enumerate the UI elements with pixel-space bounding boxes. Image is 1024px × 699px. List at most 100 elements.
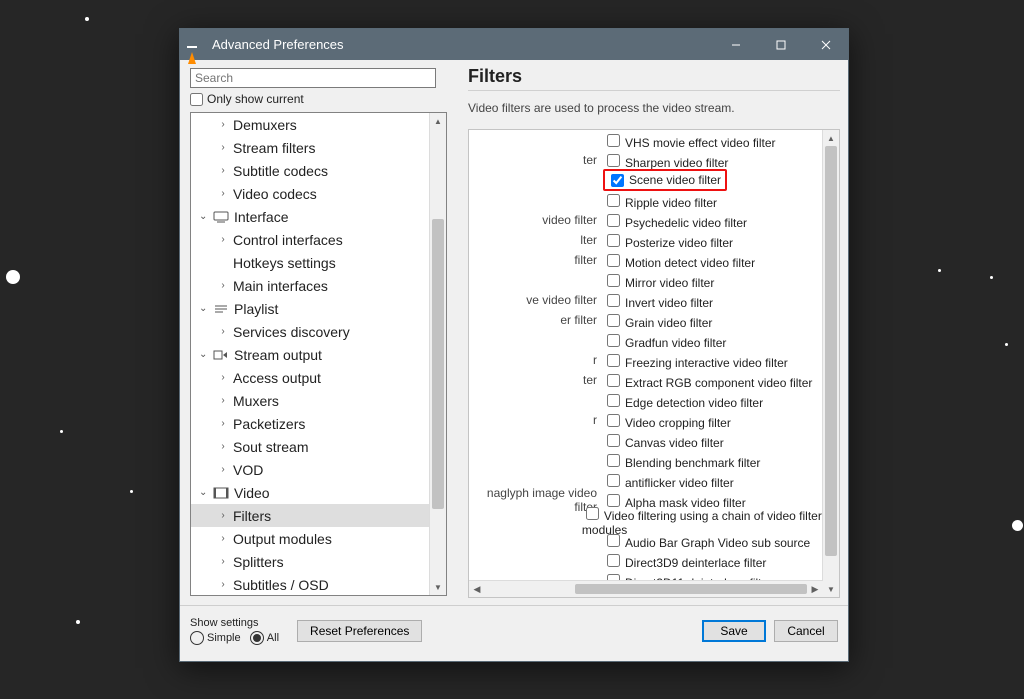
filter-checkbox[interactable] [607,534,620,547]
chevron-icon: › [219,326,227,337]
highlighted-filter[interactable]: Scene video filter [603,169,727,191]
tree-item[interactable]: ›Splitters [191,550,430,573]
tree-item[interactable]: ›Packetizers [191,412,430,435]
filter-label: Scene video filter [629,173,721,187]
tree-item[interactable]: ›Muxers [191,389,430,412]
radio-all[interactable] [250,631,264,645]
scroll-up-icon[interactable]: ▲ [434,113,442,129]
tree-item[interactable]: ›Services discovery [191,320,430,343]
filter-checkbox[interactable] [607,334,620,347]
panel-vscroll-thumb[interactable] [825,146,837,556]
tree-item[interactable]: ⌄Playlist [191,297,430,320]
filter-option[interactable]: Motion detect video filter [603,251,755,270]
tree-item[interactable]: ›VOD [191,458,430,481]
panel-vscrollbar[interactable]: ▲ ▼ [822,130,839,597]
filter-option[interactable]: Gradfun video filter [603,331,726,350]
tree-scroll-thumb[interactable] [432,219,444,509]
tree-item[interactable]: ›Output modules [191,527,430,550]
maximize-button[interactable] [758,29,803,60]
tree-scrollbar[interactable]: ▲ ▼ [429,113,446,595]
filter-option[interactable]: Canvas video filter [603,431,724,450]
panel-hscroll-thumb[interactable] [575,584,807,594]
filter-checkbox[interactable] [607,454,620,467]
filter-checkbox[interactable] [607,394,620,407]
save-button[interactable]: Save [702,620,766,642]
reset-preferences-button[interactable]: Reset Preferences [297,620,422,642]
cancel-button[interactable]: Cancel [774,620,838,642]
tree-item[interactable]: ›Subtitle codecs [191,159,430,182]
chevron-icon: ⌄ [199,349,207,360]
search-input[interactable] [190,68,436,88]
chevron-icon: › [219,234,227,245]
scroll-down-icon[interactable]: ▼ [434,579,442,595]
filter-row: rFreezing interactive video filter [469,350,823,370]
filter-checkbox[interactable] [611,174,624,187]
page-desc: Video filters are used to process the vi… [468,101,840,115]
filter-checkbox[interactable] [607,274,620,287]
minimize-button[interactable] [713,29,758,60]
titlebar[interactable]: Advanced Preferences [180,29,848,60]
tree-item[interactable]: ⌄Stream output [191,343,430,366]
tree-item-label: Video [234,485,270,501]
filter-option[interactable]: VHS movie effect video filter [603,131,776,150]
filter-checkbox[interactable] [586,507,599,520]
filter-checkbox[interactable] [607,234,620,247]
close-button[interactable] [803,29,848,60]
tree-item-label: Splitters [233,554,284,570]
filter-checkbox[interactable] [607,134,620,147]
filter-option[interactable]: Mirror video filter [603,271,714,290]
tree-item[interactable]: ›Main interfaces [191,274,430,297]
tree-item[interactable]: ›Subtitles / OSD [191,573,430,595]
scroll-left-icon[interactable]: ◀ [469,584,485,595]
filter-option[interactable]: antiflicker video filter [603,471,734,490]
tree-item-label: VOD [233,462,263,478]
window-title: Advanced Preferences [212,37,344,52]
tree-item[interactable]: ›Demuxers [191,113,430,136]
filter-option[interactable]: Sharpen video filter [603,151,728,170]
filter-checkbox[interactable] [607,254,620,267]
tree-item[interactable]: •Hotkeys settings [191,251,430,274]
filter-checkbox[interactable] [607,154,620,167]
filter-option[interactable]: Video cropping filter [603,411,731,430]
tree-item[interactable]: ›Filters [191,504,430,527]
tree-item[interactable]: ›Sout stream [191,435,430,458]
scroll-right-icon[interactable]: ▶ [807,584,823,595]
filter-checkbox[interactable] [607,554,620,567]
chevron-icon: › [219,372,227,383]
filter-checkbox[interactable] [607,214,620,227]
chevron-icon: › [219,441,227,452]
filter-option[interactable]: Extract RGB component video filter [603,371,812,390]
filter-checkbox[interactable] [607,414,620,427]
scroll-down-icon[interactable]: ▼ [827,581,835,597]
filter-option[interactable]: Posterize video filter [603,231,733,250]
filter-option[interactable]: Edge detection video filter [603,391,763,410]
filter-checkbox[interactable] [607,194,620,207]
filter-checkbox[interactable] [607,374,620,387]
filter-checkbox[interactable] [607,314,620,327]
filter-option[interactable]: Ripple video filter [603,191,717,210]
tree-item[interactable]: ›Access output [191,366,430,389]
filter-label: Psychedelic video filter [625,216,747,230]
filter-left-fragment: ve video filter [469,293,603,307]
radio-simple[interactable] [190,631,204,645]
tree-item[interactable]: ⌄Interface [191,205,430,228]
tree-item[interactable]: ›Video codecs [191,182,430,205]
tree-item[interactable]: ⌄Video [191,481,430,504]
filter-checkbox[interactable] [607,474,620,487]
filter-option[interactable]: Audio Bar Graph Video sub source [603,531,810,550]
panel-hscrollbar[interactable]: ◀ ▶ [469,580,823,597]
filter-option[interactable]: Invert video filter [603,291,713,310]
filter-option[interactable]: Grain video filter [603,311,712,330]
filter-option[interactable]: Blending benchmark filter [603,451,760,470]
filter-checkbox[interactable] [607,434,620,447]
filter-checkbox[interactable] [607,354,620,367]
filter-option[interactable]: Freezing interactive video filter [603,351,788,370]
filter-option[interactable]: Psychedelic video filter [603,211,747,230]
only-show-current-checkbox[interactable] [190,93,203,106]
tree-item[interactable]: ›Control interfaces [191,228,430,251]
filter-option[interactable]: Direct3D9 deinterlace filter [603,551,766,570]
scroll-up-icon[interactable]: ▲ [827,130,835,146]
filter-checkbox[interactable] [607,294,620,307]
only-show-current[interactable]: Only show current [190,92,447,106]
tree-item[interactable]: ›Stream filters [191,136,430,159]
